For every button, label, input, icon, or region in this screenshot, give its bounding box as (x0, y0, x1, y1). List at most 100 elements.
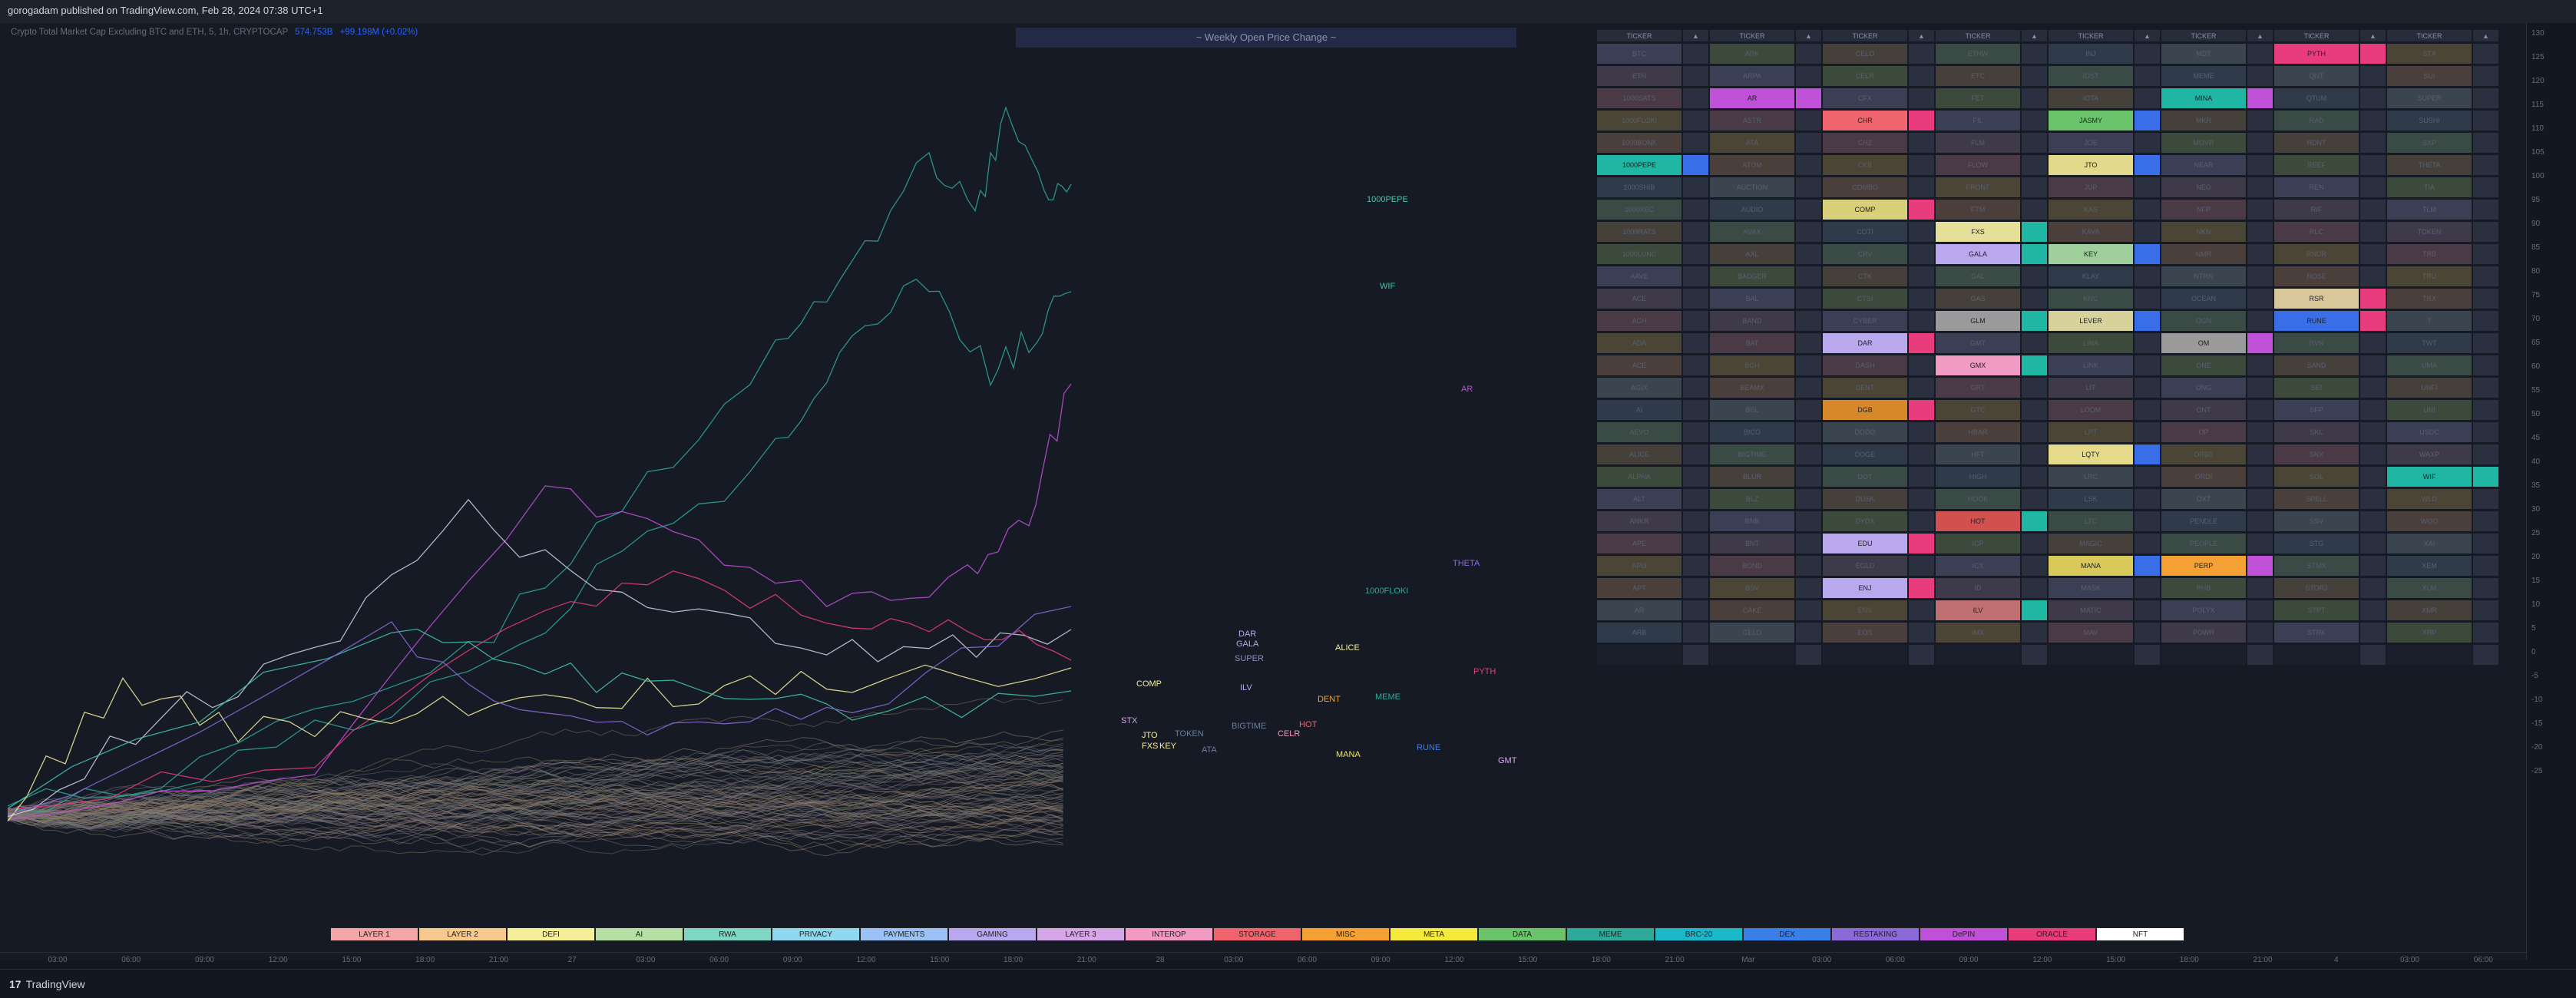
category-swatch (2247, 155, 2273, 175)
ticker-cell: MKR (2161, 111, 2246, 131)
ticker-cell: POLYX (2161, 600, 2246, 620)
category-swatch (2247, 222, 2273, 242)
ticker-cell: XEM (2387, 556, 2472, 576)
tradingview-logo[interactable]: 17 TradingView (9, 978, 85, 990)
time-tick-label: 15:00 (1518, 956, 1538, 964)
category-swatch (2022, 645, 2047, 665)
ticker-cell: NEAR (2161, 155, 2246, 175)
category-swatch (2473, 511, 2498, 531)
price-tick-label: 20 (2531, 553, 2541, 561)
table-row: 1000SHIB AUCTION COMBO FRONT JUP NEO REN TIA (1597, 177, 2498, 197)
ticker-cell: TRB (2387, 244, 2472, 264)
category-swatch (1796, 244, 1821, 264)
series-end-label: PYTH (1473, 667, 1496, 676)
category-swatch (2473, 422, 2498, 442)
table-row: AAVE BADGER CTK GAL KLAY NTRN ROSE TRU (1597, 266, 2498, 286)
ticker-cell: DOGE (1823, 444, 1907, 464)
category-swatch (2135, 400, 2160, 420)
table-header-flag: ▲ (2473, 30, 2498, 41)
ticker-cell: LQTY (2049, 444, 2133, 464)
ticker-cell: RDNT (2274, 133, 2359, 153)
chart-title-banner: ~ Weekly Open Price Change ~ (1016, 28, 1516, 48)
category-swatch (1909, 623, 1934, 643)
category-swatch (1909, 88, 1934, 108)
category-swatch (1683, 266, 1708, 286)
table-row: 1000XEC AUDIO COMP FTM KAS NFP RIF TLM (1597, 200, 2498, 220)
ticker-cell: INJ (2049, 44, 2133, 64)
time-axis[interactable]: 03:00 06:00 09:00 12:00 15:00 18:00 21:00 27 03:… (0, 952, 2526, 968)
category-swatch (2247, 44, 2273, 64)
ticker-cell: OCEAN (2161, 289, 2246, 309)
ticker-cell: REN (2274, 177, 2359, 197)
series-end-label: THETA (1453, 559, 1480, 568)
category-swatch (2473, 88, 2498, 108)
ticker-cell (2274, 645, 2359, 665)
category-swatch (2247, 534, 2273, 554)
table-row: ANKR BNB DYDX HOT LTC PENDLE SSV WOO (1597, 511, 2498, 531)
ticker-cell: ILV (1936, 600, 2020, 620)
ticker-cell: STORJ (2274, 578, 2359, 598)
category-swatch (1909, 44, 1934, 64)
ticker-cell: ATA (1710, 133, 1794, 153)
ticker-cell: ETHW (1936, 44, 2020, 64)
series-end-label: MANA (1336, 750, 1361, 759)
table-header-ticker: TICKER (2161, 30, 2246, 41)
legend-item: DEX (1743, 927, 1831, 941)
price-tick-label: 90 (2531, 220, 2541, 228)
ticker-cell: COMBO (1823, 177, 1907, 197)
ticker-cell (1823, 645, 1907, 665)
ticker-cell: OXT (2161, 489, 2246, 509)
category-swatch (1909, 467, 1934, 487)
time-tick-label: 15:00 (2106, 956, 2126, 964)
category-swatch (2360, 623, 2386, 643)
category-swatch (1909, 511, 1934, 531)
symbol-change: +99.198M (+0.02%) (339, 28, 418, 37)
ticker-cell: COMP (1823, 200, 1907, 220)
category-swatch (1683, 600, 1708, 620)
price-tick-label: 40 (2531, 458, 2541, 466)
ticker-cell: BLZ (1710, 489, 1794, 509)
legend-item: META (1390, 927, 1478, 941)
category-swatch (1909, 489, 1934, 509)
category-swatch (1683, 378, 1708, 398)
category-swatch (2360, 44, 2386, 64)
ticker-cell: SNX (2274, 444, 2359, 464)
ticker-cell: PENDLE (2161, 511, 2246, 531)
symbol-legend[interactable]: Crypto Total Market Cap Excluding BTC an… (11, 28, 418, 37)
category-swatch (2247, 378, 2273, 398)
series-end-label: COMP (1136, 679, 1162, 689)
ticker-cell (1936, 645, 2020, 665)
price-axis[interactable]: 130 125 120 115 110 105 100 95 90 85 80 75 70 65 60 55 5… (2526, 23, 2576, 960)
time-tick-label: 12:00 (856, 956, 876, 964)
ticker-cell: ONE (2161, 355, 2246, 375)
table-row: AI BEL DGB GTC LOOM ONT SFP UNI (1597, 400, 2498, 420)
category-swatch (2360, 467, 2386, 487)
ticker-cell: ARK (1710, 44, 1794, 64)
category-swatch (2360, 88, 2386, 108)
category-swatch (2360, 111, 2386, 131)
time-tick-label: 27 (567, 956, 577, 964)
legend-item: LAYER 2 (418, 927, 507, 941)
table-header-ticker: TICKER (1710, 30, 1794, 41)
category-swatch (1796, 578, 1821, 598)
ticker-cell: SUSHI (2387, 111, 2472, 131)
ticker-cell: MANA (2049, 556, 2133, 576)
ticker-cell (1710, 645, 1794, 665)
ticker-cell: BNB (1710, 511, 1794, 531)
category-swatch (2360, 378, 2386, 398)
ticker-cell: SUPER (2387, 88, 2472, 108)
category-swatch (2473, 311, 2498, 331)
category-swatch (1796, 177, 1821, 197)
category-swatch (2473, 177, 2498, 197)
category-swatch (1909, 311, 1934, 331)
category-swatch (2135, 311, 2160, 331)
category-swatch (2135, 578, 2160, 598)
publisher-info: gorogadam published on TradingView.com, … (8, 5, 323, 16)
ticker-cell: APT (1597, 578, 1682, 598)
category-swatch (2360, 489, 2386, 509)
table-header-flag: ▲ (2022, 30, 2047, 41)
time-tick-label: 21:00 (1076, 956, 1096, 964)
price-tick-label: 5 (2531, 624, 2536, 633)
ticker-cell: RSR (2274, 289, 2359, 309)
legend-item: NFT (2096, 927, 2184, 941)
